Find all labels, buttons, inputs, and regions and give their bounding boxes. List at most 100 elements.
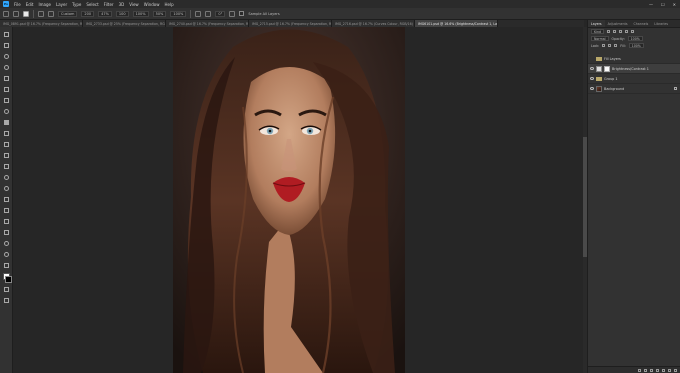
opacity-field[interactable]: 100%: [627, 36, 643, 41]
hand-tool[interactable]: [3, 240, 10, 247]
angle-field[interactable]: 0°: [215, 10, 226, 17]
type-tool[interactable]: [3, 207, 10, 214]
quick-mask-button[interactable]: [3, 286, 10, 293]
layer-row[interactable]: Group 1: [588, 74, 680, 84]
menu-item[interactable]: File: [14, 2, 21, 7]
fx-icon[interactable]: [644, 368, 647, 372]
shape-tool[interactable]: [3, 229, 10, 236]
filter-shape-icon[interactable]: [625, 30, 629, 33]
eyedropper-tool[interactable]: [3, 97, 10, 104]
menu-item[interactable]: 3D: [119, 2, 125, 7]
menu-item[interactable]: View: [129, 2, 139, 7]
document-tab[interactable]: IMG_2716.psd @ 16.7% (Curves Colour, RGB…: [332, 20, 415, 27]
brush-tool[interactable]: [3, 119, 10, 126]
tab-libraries[interactable]: Libraries: [651, 20, 671, 27]
filter-adjustment-icon[interactable]: [613, 30, 617, 33]
home-icon[interactable]: [3, 10, 9, 17]
menu-item[interactable]: Filter: [104, 2, 114, 7]
pressure-icon[interactable]: [229, 10, 236, 17]
menu-item[interactable]: Type: [72, 2, 81, 7]
pen-tool[interactable]: [3, 196, 10, 203]
lasso-tool[interactable]: [3, 53, 10, 60]
menu-item[interactable]: Help: [164, 2, 173, 7]
blur-tool[interactable]: [3, 174, 10, 181]
quick-select-icon: [3, 65, 9, 70]
option-field[interactable]: 50%: [152, 10, 167, 17]
airbrush-icon[interactable]: [195, 10, 202, 17]
menu-item[interactable]: Image: [38, 2, 51, 7]
tab-channels[interactable]: Channels: [631, 20, 652, 27]
visibility-eye-icon[interactable]: [590, 87, 594, 90]
visibility-eye-icon[interactable]: [590, 57, 594, 60]
screen-mode-button[interactable]: [3, 297, 10, 304]
frame-tool[interactable]: [3, 86, 10, 93]
document-tab[interactable]: IMG_2733.psd @ 25% (Frequency Separation…: [83, 20, 166, 27]
blend-row: Normal Opacity: 100%: [588, 35, 680, 42]
document-canvas[interactable]: [173, 27, 405, 373]
menu-item[interactable]: Edit: [26, 2, 34, 7]
tool-preset-select[interactable]: Custom: [58, 10, 78, 17]
visibility-eye-icon[interactable]: [590, 67, 594, 70]
mask-icon[interactable]: [650, 368, 653, 372]
folder-new-icon[interactable]: [662, 368, 665, 372]
lock-position-icon[interactable]: [608, 44, 612, 47]
layer-mask-thumbnail[interactable]: [604, 65, 610, 72]
filter-pixel-icon[interactable]: [607, 30, 611, 33]
blend-mode-select[interactable]: Normal: [591, 36, 609, 41]
filter-type-icon[interactable]: [619, 30, 623, 33]
clone-stamp-tool[interactable]: [3, 130, 10, 137]
angle-icon[interactable]: [205, 10, 212, 17]
color-swatches[interactable]: [2, 273, 12, 283]
menu-item[interactable]: Select: [86, 2, 98, 7]
layer-row[interactable]: Fill Layers: [588, 54, 680, 64]
more-tools[interactable]: [3, 262, 10, 269]
crop-tool[interactable]: [3, 75, 10, 82]
maximize-button[interactable]: ☐: [661, 2, 665, 7]
layer-row-selected[interactable]: Brightness/Contrast 1: [588, 64, 680, 74]
option-field[interactable]: 200: [81, 10, 95, 17]
move-tool[interactable]: [3, 31, 10, 38]
menu-item[interactable]: Layer: [56, 2, 67, 7]
quick-select-tool[interactable]: [3, 64, 10, 71]
sample-icon[interactable]: [48, 10, 54, 17]
dodge-tool[interactable]: [3, 185, 10, 192]
option-field[interactable]: 100%: [170, 10, 187, 17]
option-field[interactable]: 100: [115, 10, 129, 17]
path-select-icon: [3, 219, 9, 224]
marquee-tool[interactable]: [3, 42, 10, 49]
filter-kind-select[interactable]: Kind: [591, 29, 605, 34]
filter-smart-icon[interactable]: [631, 30, 635, 33]
new-layer-icon[interactable]: [668, 368, 671, 372]
document-tab[interactable]: IMG_2740.psd @ 16.7% (Frequency Separati…: [166, 20, 249, 27]
brush-preset-icon[interactable]: [23, 10, 29, 17]
option-field[interactable]: 47%: [98, 10, 112, 17]
path-select-tool[interactable]: [3, 218, 10, 225]
close-button[interactable]: ✕: [673, 2, 676, 7]
visibility-eye-icon[interactable]: [590, 77, 594, 80]
eraser-tool[interactable]: [3, 152, 10, 159]
tab-layers[interactable]: Layers: [588, 20, 605, 27]
link-icon[interactable]: [638, 368, 641, 372]
minimize-button[interactable]: —: [649, 2, 653, 7]
tab-adjustments[interactable]: Adjustments: [605, 20, 631, 27]
option-field[interactable]: 100%: [132, 10, 149, 17]
document-tab-active[interactable]: IMG6101.psd @ 16.6% (Brightness/Contrast…: [415, 20, 498, 27]
menu-item[interactable]: Window: [144, 2, 160, 7]
healing-tool[interactable]: [3, 108, 10, 115]
document-tab[interactable]: IMG_2715.psd @ 16.7% (Frequency Separati…: [249, 20, 332, 27]
document-tab[interactable]: IMG_0891.psd @ 16.7% (Frequency Separati…: [0, 20, 83, 27]
background-color-swatch[interactable]: [4, 276, 12, 283]
zoom-tool[interactable]: [3, 251, 10, 258]
lock-pixels-icon[interactable]: [602, 44, 606, 47]
mode-icon[interactable]: [38, 10, 44, 17]
canvas-area[interactable]: [13, 27, 583, 373]
lock-all-icon[interactable]: [614, 44, 618, 47]
brush-tool-icon[interactable]: [13, 10, 19, 17]
history-brush-tool[interactable]: [3, 141, 10, 148]
gradient-tool[interactable]: [3, 163, 10, 170]
layer-row[interactable]: Background: [588, 84, 680, 94]
sample-all-layers-checkbox[interactable]: [239, 11, 245, 16]
fill-field[interactable]: 100%: [628, 43, 644, 48]
adjustment-icon[interactable]: [656, 368, 659, 372]
trash-icon[interactable]: [674, 368, 677, 372]
